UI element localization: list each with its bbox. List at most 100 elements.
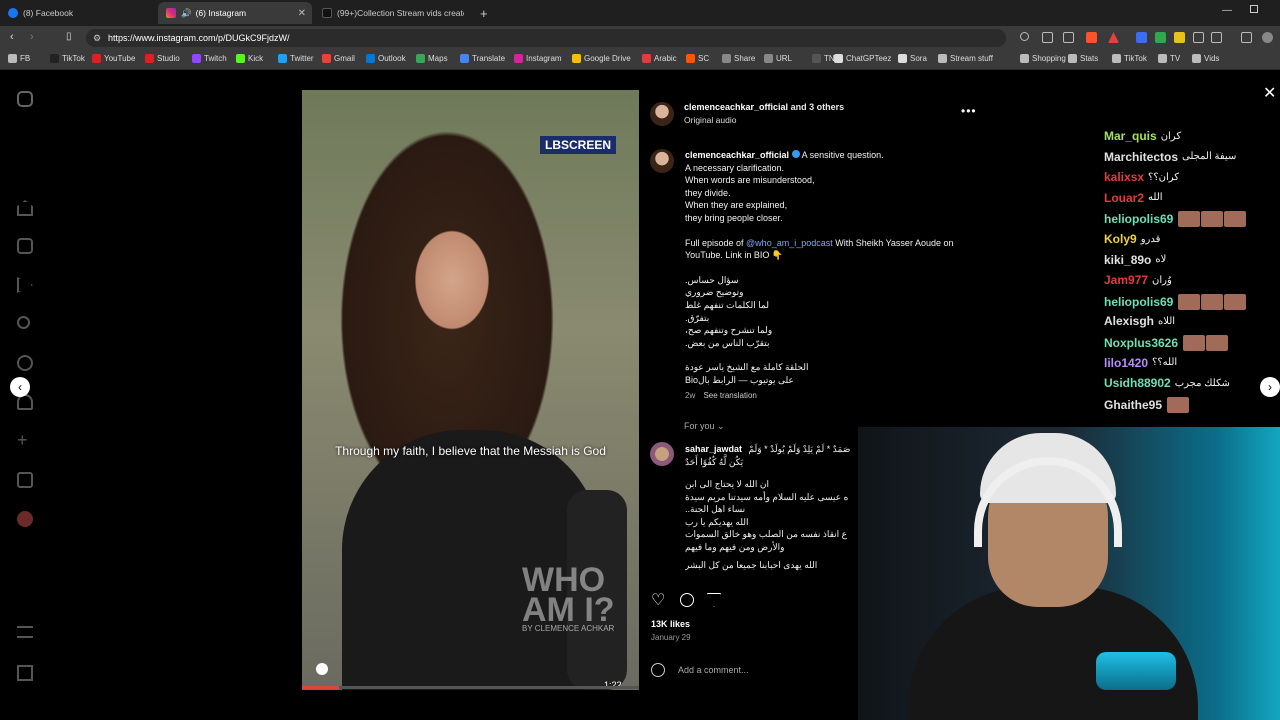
profile-avatar-icon[interactable] xyxy=(1262,32,1273,43)
chat-username[interactable]: kalixsx xyxy=(1104,170,1144,184)
tab-facebook[interactable]: (8) Facebook xyxy=(0,2,158,24)
back-icon[interactable]: ‹ xyxy=(10,31,14,43)
forward-icon[interactable]: › xyxy=(30,31,34,43)
bookmark-item[interactable]: Kick xyxy=(236,54,263,63)
bookmark-item[interactable]: SC xyxy=(686,54,709,63)
chat-username[interactable]: Alexisgh xyxy=(1104,314,1154,328)
puzzle-icon[interactable] xyxy=(1211,32,1222,43)
video-progress-bar[interactable] xyxy=(302,686,639,689)
chat-username[interactable]: lilo1420 xyxy=(1104,356,1148,370)
wallet-icon[interactable] xyxy=(1241,32,1252,43)
chat-username[interactable]: Mar_quis xyxy=(1104,129,1157,143)
for-you-dropdown[interactable]: For you ⌄ xyxy=(684,421,725,432)
bookmark-item[interactable]: Studio xyxy=(145,54,180,63)
zoom-icon[interactable] xyxy=(1020,32,1029,41)
tab-collection[interactable]: (99+)Collection Stream vids created xyxy=(314,2,464,24)
explore-icon[interactable] xyxy=(17,355,33,371)
brave-shield-icon[interactable] xyxy=(1086,32,1097,43)
profile-tag-icon[interactable] xyxy=(316,663,328,675)
bookmark-item[interactable]: Stats xyxy=(1068,54,1098,63)
bookmark-item[interactable]: Twitter xyxy=(278,54,314,63)
audio-icon[interactable]: 🔊 xyxy=(181,8,192,19)
new-tab-button[interactable]: + xyxy=(472,2,492,24)
bookmark-item[interactable]: Stream stuff xyxy=(938,54,993,63)
bookmark-item[interactable]: Vids xyxy=(1192,54,1219,63)
close-icon[interactable]: ✕ xyxy=(1263,83,1276,103)
close-tab-icon[interactable]: ✕ xyxy=(298,8,306,19)
bookmark-item[interactable]: Instagram xyxy=(514,54,562,63)
extension-icon-4[interactable] xyxy=(1193,32,1204,43)
chat-username[interactable]: heliopolis69 xyxy=(1104,295,1173,309)
create-icon[interactable]: + xyxy=(17,431,33,449)
brave-rewards-icon[interactable] xyxy=(1108,32,1119,43)
menu-icon[interactable] xyxy=(17,626,33,638)
bookmark-item[interactable]: TN xyxy=(812,54,835,63)
like-heart-icon[interactable]: ♡ xyxy=(651,590,665,610)
chat-username[interactable]: Usidh88902 xyxy=(1104,376,1171,390)
messages-icon[interactable] xyxy=(17,277,33,293)
reels-icon[interactable] xyxy=(17,238,33,254)
bookmark-item[interactable]: TikTok xyxy=(50,54,85,63)
see-translation-link[interactable]: See translation xyxy=(703,391,756,400)
comment-username[interactable]: sahar_jawdat xyxy=(685,444,742,454)
author-avatar[interactable] xyxy=(650,102,674,126)
emoji-icon[interactable] xyxy=(651,663,665,677)
instagram-logo-icon[interactable] xyxy=(17,91,33,107)
bookmark-item[interactable]: FB xyxy=(8,54,30,63)
extension-icon-2[interactable] xyxy=(1155,32,1166,43)
bookmark-item[interactable]: Google Drive xyxy=(572,54,631,63)
site-info-icon[interactable]: ⚙ xyxy=(93,29,101,47)
chat-username[interactable]: Noxplus3626 xyxy=(1104,336,1178,350)
bookmark-item[interactable]: Share xyxy=(722,54,755,63)
profile-icon[interactable] xyxy=(17,511,33,527)
bookmark-page-icon[interactable]: ▯ xyxy=(66,31,72,42)
podcast-link[interactable]: @who_am_i_podcast xyxy=(746,238,833,248)
chat-username[interactable]: Koly9 xyxy=(1104,232,1137,246)
chat-username[interactable]: Jam977 xyxy=(1104,273,1148,287)
bookmark-item[interactable]: Outlook xyxy=(366,54,406,63)
header-others[interactable]: and 3 others xyxy=(791,102,845,112)
post-header: clemenceachkar_official and 3 others xyxy=(684,102,844,112)
comment-icon[interactable] xyxy=(680,593,694,607)
bookmark-item[interactable]: Shopping xyxy=(1020,54,1066,63)
chat-username[interactable]: Marchitectos xyxy=(1104,150,1178,164)
likes-count[interactable]: 13K likes xyxy=(651,619,690,629)
bookmark-item[interactable]: ChatGPTeez xyxy=(834,54,891,63)
bookmark-item[interactable]: Arabic xyxy=(642,54,677,63)
chat-username[interactable]: Ghaithe95 xyxy=(1104,398,1162,412)
header-username[interactable]: clemenceachkar_official xyxy=(684,102,788,112)
search-icon[interactable] xyxy=(17,316,30,329)
bookmark-item[interactable]: Twitch xyxy=(192,54,227,63)
bookmark-item[interactable]: Sora xyxy=(898,54,927,63)
address-bar[interactable]: ⚙ https://www.instagram.com/p/DUGkC9Fjdz… xyxy=(86,29,1006,47)
extension-icon-3[interactable] xyxy=(1174,32,1185,43)
more-icon[interactable]: ••• xyxy=(961,104,977,118)
home-icon[interactable] xyxy=(17,200,33,216)
bookmark-item[interactable]: Maps xyxy=(416,54,448,63)
reel-video[interactable]: LBSCREEN Through my faith, I believe tha… xyxy=(302,90,639,690)
minimize-icon[interactable]: — xyxy=(1222,5,1232,16)
caption-username[interactable]: clemenceachkar_official xyxy=(685,150,789,160)
bookmark-item[interactable]: TikTok xyxy=(1112,54,1147,63)
bookmark-item[interactable]: URL xyxy=(764,54,792,63)
bookmark-item[interactable]: YouTube xyxy=(92,54,135,63)
chat-username[interactable]: Louar2 xyxy=(1104,191,1144,205)
extension-icon-1[interactable] xyxy=(1136,32,1147,43)
previous-post-button[interactable]: ‹ xyxy=(10,377,30,397)
commenter-avatar[interactable] xyxy=(650,442,674,466)
bookmark-item[interactable]: Gmail xyxy=(322,54,355,63)
share-icon[interactable] xyxy=(1063,32,1074,43)
caption-avatar[interactable] xyxy=(650,149,674,173)
bookmark-item[interactable]: Translate xyxy=(460,54,505,63)
tab-instagram[interactable]: 🔊 (6) Instagram ✕ xyxy=(158,2,312,24)
dashboard-icon[interactable] xyxy=(17,472,33,488)
maximize-icon[interactable] xyxy=(1250,5,1258,13)
audio-label[interactable]: Original audio xyxy=(684,115,736,125)
add-comment-input[interactable]: Add a comment... xyxy=(651,663,749,677)
cast-icon[interactable] xyxy=(1042,32,1053,43)
share-icon[interactable] xyxy=(707,593,721,607)
more-apps-icon[interactable] xyxy=(17,665,33,681)
chat-username[interactable]: kiki_89o xyxy=(1104,253,1151,267)
bookmark-item[interactable]: TV xyxy=(1158,54,1180,63)
chat-username[interactable]: heliopolis69 xyxy=(1104,212,1173,226)
